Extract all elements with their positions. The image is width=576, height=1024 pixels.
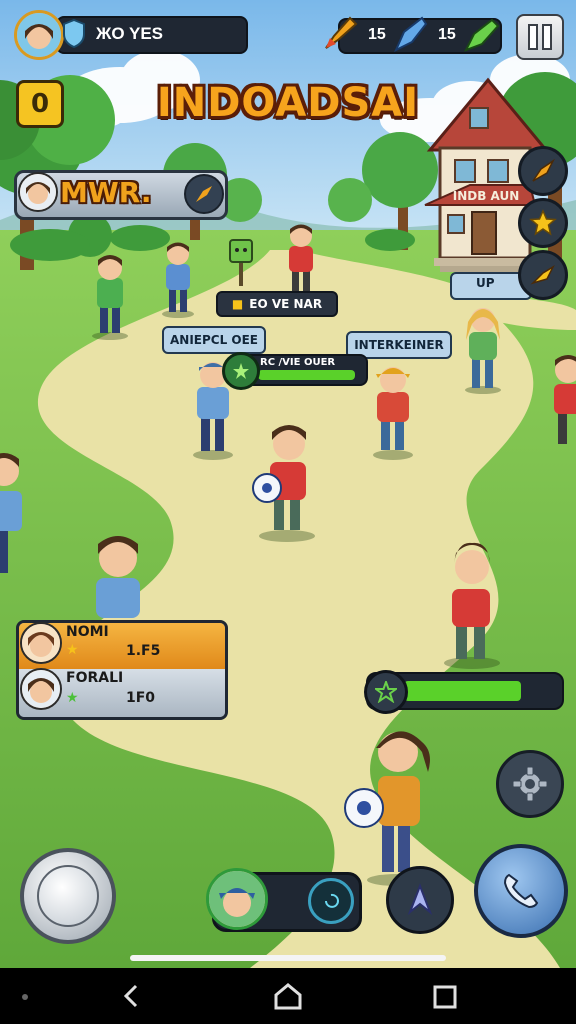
player-character (228, 238, 254, 288)
star-icon: ★ (66, 642, 79, 658)
rocket-icon (320, 12, 362, 54)
sign-badge-button[interactable] (518, 250, 568, 300)
energy-icon (364, 670, 408, 714)
item1-count: 15 (368, 26, 386, 43)
ability-avatar[interactable] (206, 868, 268, 930)
player-character (432, 535, 504, 670)
item2-count: 15 (438, 26, 456, 43)
building-sign: INDB AUN (452, 189, 520, 203)
team-avatar (18, 172, 58, 212)
back-button[interactable] (118, 982, 146, 1010)
joystick-knob (37, 865, 99, 927)
player-character (342, 712, 442, 887)
game-scene: INDB AUN (0, 0, 576, 968)
arrow-skill-button[interactable] (386, 866, 454, 934)
pause-icon (528, 24, 552, 50)
pause-button[interactable] (516, 14, 564, 60)
home-button[interactable] (272, 981, 304, 1011)
stamina-bar-label: RC /VIE OUER (260, 357, 336, 368)
team-emblem (184, 174, 224, 214)
star-button[interactable] (518, 198, 568, 248)
game-title: INDOADSAI (156, 80, 420, 126)
player-character (368, 360, 418, 460)
player-label-right-text: INTERKEINER (354, 338, 444, 352)
star-icon: ★ (66, 690, 79, 706)
left-badge-label: 0 (30, 89, 50, 119)
boost-icon (532, 158, 555, 182)
lock-icon: ■ (231, 297, 244, 311)
player-label-left: ANIEPCL OEE (162, 326, 266, 354)
scoreboard-name: FORALI (66, 670, 124, 686)
stamina-icon (222, 352, 260, 390)
crystal-green-icon (460, 12, 502, 56)
nav-dot-icon (22, 994, 28, 1000)
player-character (90, 250, 130, 340)
boost-button[interactable] (518, 146, 568, 196)
rocket-small-icon (530, 265, 555, 285)
ability-charge-icon (308, 878, 354, 924)
energy-bar-fill (404, 681, 521, 701)
profile-avatar[interactable] (14, 10, 64, 60)
player-character (252, 418, 322, 543)
joystick-button[interactable] (20, 848, 116, 944)
recents-icon (433, 985, 457, 1009)
player-label-left-text: ANIEPCL OEE (169, 333, 258, 347)
up-sign-label: UP (476, 276, 495, 290)
player-character (0, 445, 35, 580)
player-character (544, 350, 576, 450)
player-label-center-text: EO VE NAR (249, 297, 323, 311)
call-button[interactable] (474, 844, 568, 938)
player-character (280, 220, 322, 300)
phone-icon (503, 873, 539, 909)
home-indicator (130, 955, 446, 961)
settings-button[interactable] (496, 750, 564, 818)
player-character (84, 528, 154, 618)
scoreboard-avatar (20, 668, 62, 710)
profile-name: ЖO YES (96, 24, 164, 43)
player-character (158, 238, 198, 318)
left-badge[interactable]: 0 (16, 80, 64, 128)
star-icon (529, 209, 557, 236)
scoreboard-value: 1F0 (126, 690, 156, 706)
shield-icon (62, 18, 86, 49)
scoreboard-avatar (20, 622, 62, 664)
scoreboard-name: NOMI (66, 624, 109, 640)
scoreboard-value: 1.F5 (126, 643, 161, 659)
back-icon (123, 984, 138, 1008)
gear-icon (512, 766, 548, 802)
recents-button[interactable] (432, 984, 458, 1010)
player-label-center: ■ EO VE NAR (216, 291, 338, 317)
arrow-up-icon (407, 883, 433, 916)
player-character (460, 300, 506, 395)
home-icon (274, 983, 302, 1010)
team-name: MWR. (60, 176, 152, 209)
stamina-bar-fill (258, 370, 355, 380)
crystal-blue-icon (388, 12, 430, 56)
